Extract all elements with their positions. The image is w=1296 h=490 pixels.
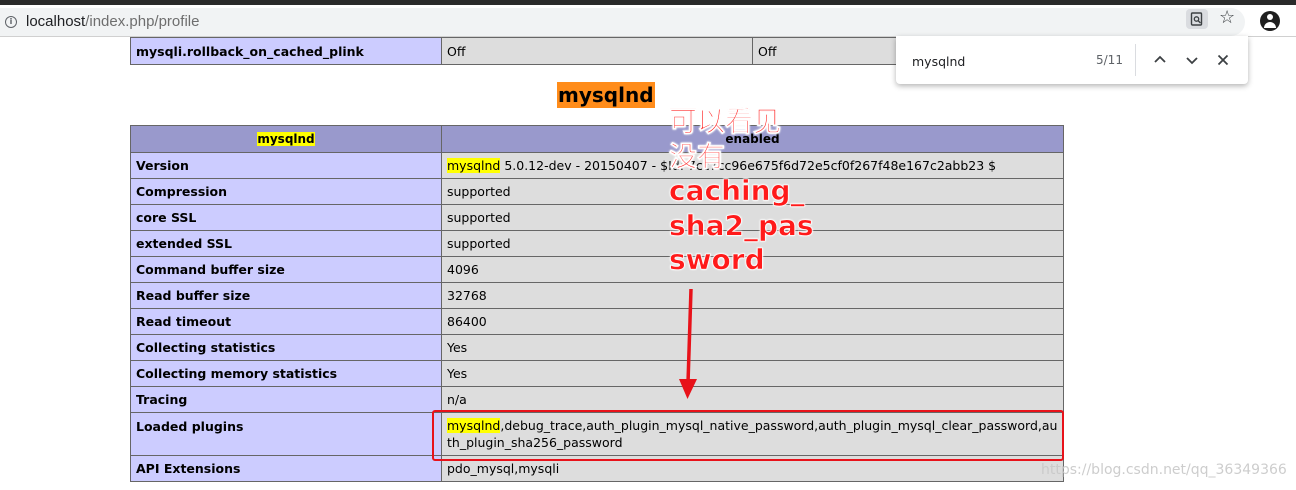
annotation-arrow <box>679 288 697 399</box>
row-value: n/a <box>441 386 1064 413</box>
table-row: Tracing n/a <box>130 386 1064 413</box>
row-label: Compression <box>130 178 442 205</box>
row-label: Read buffer size <box>130 282 442 309</box>
table-row: core SSL supported <box>130 204 1064 231</box>
info-icon[interactable]: i <box>5 16 17 28</box>
close-icon[interactable] <box>1213 50 1233 70</box>
row-label: Loaded plugins <box>130 412 442 456</box>
find-highlight: mysqlnd <box>447 158 501 173</box>
find-in-page-icon[interactable] <box>1186 9 1208 29</box>
row-label: Collecting memory statistics <box>130 360 442 387</box>
account-icon[interactable] <box>1260 11 1280 31</box>
table-row: extended SSL supported <box>130 230 1064 257</box>
browser-toolbar: i localhost/index.php/profile ☆ <box>0 5 1296 37</box>
annotation-line: 没有 <box>669 139 726 173</box>
directive-name: mysqli.rollback_on_cached_plink <box>130 37 442 65</box>
address-bar[interactable]: i localhost/index.php/profile <box>0 8 1245 36</box>
annotation-highlight-box <box>432 410 1064 461</box>
find-bar <box>896 36 1248 84</box>
row-value: 32768 <box>441 282 1064 309</box>
row-label: extended SSL <box>130 230 442 257</box>
local-value: Off <box>441 37 753 65</box>
watermark: https://blog.csdn.net/qq_36349366 <box>1041 462 1287 478</box>
find-match-count: 5/11 <box>1096 53 1123 67</box>
table-header-row: mysqlnd enabled <box>130 125 1064 153</box>
table-row: Version mysqlnd 5.0.12-dev - 20150407 - … <box>130 152 1064 179</box>
annotation-line: caching_ <box>669 174 805 208</box>
header-name: mysqlnd <box>130 125 442 153</box>
annotation-text: 可以看见 没有 caching_ sha2_pas sword <box>669 105 814 278</box>
row-label: API Extensions <box>130 455 442 482</box>
annotation-line: sha2_pas <box>669 208 814 242</box>
row-label: Collecting statistics <box>130 334 442 361</box>
row-label: Tracing <box>130 386 442 413</box>
table-row: Read timeout 86400 <box>130 308 1064 335</box>
url-path: /index.php/profile <box>85 13 200 30</box>
row-value: Yes <box>441 360 1064 387</box>
find-input[interactable] <box>912 52 1062 70</box>
row-value: Yes <box>441 334 1064 361</box>
row-label: Command buffer size <box>130 256 442 283</box>
table-row: Collecting memory statistics Yes <box>130 360 1064 387</box>
row-label: Read timeout <box>130 308 442 335</box>
annotation-line: sword <box>669 243 765 277</box>
table-row: Command buffer size 4096 <box>130 256 1064 283</box>
table-row: Collecting statistics Yes <box>130 334 1064 361</box>
url-text[interactable]: localhost/index.php/profile <box>26 14 199 30</box>
chevron-down-icon[interactable] <box>1182 50 1202 70</box>
find-bar-divider <box>1135 44 1136 76</box>
url-host: localhost <box>26 13 86 30</box>
find-highlight: mysqlnd <box>257 132 315 146</box>
annotation-line: 可以看见 <box>669 105 782 139</box>
table-row: Compression supported <box>130 178 1064 205</box>
row-value: 86400 <box>441 308 1064 335</box>
row-label: Version <box>130 152 442 179</box>
row-label: core SSL <box>130 204 442 231</box>
section-title-mysqlnd[interactable]: mysqlnd <box>557 82 655 108</box>
chevron-up-icon[interactable] <box>1150 50 1170 70</box>
star-icon[interactable]: ☆ <box>1219 7 1235 29</box>
table-row: Read buffer size 32768 <box>130 282 1064 309</box>
